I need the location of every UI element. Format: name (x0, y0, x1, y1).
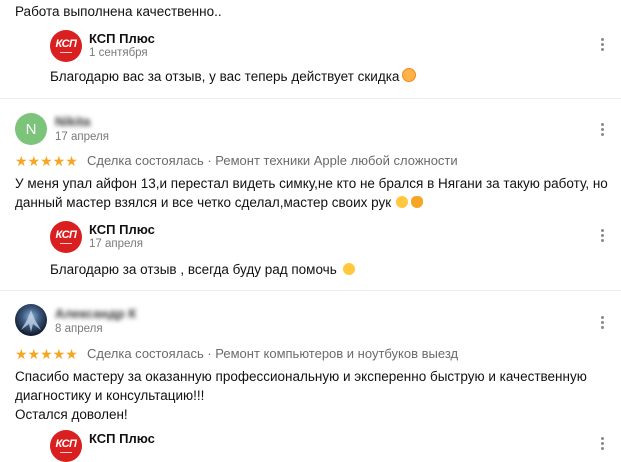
rating-stars: ★★★★★ (15, 346, 78, 362)
review-text-line: Спасибо мастеру за оказанную профессиона… (15, 369, 587, 384)
company-logo: КСП ▬▬▬▬ (50, 430, 82, 462)
avatar[interactable] (15, 304, 47, 336)
review-text-line: У меня упал айфон 13,и перестал видеть с… (15, 176, 608, 191)
review-text: Работа выполнена качественно.. (15, 4, 222, 19)
review-text-line: диагностику и консультацию!!! (15, 388, 205, 403)
review-text-line: Остался доволен! (15, 407, 128, 422)
rating-stars: ★★★★★ (15, 153, 78, 169)
more-options-icon[interactable] (601, 316, 605, 329)
emoji-icon (402, 68, 417, 82)
review-date: 8 апреля (55, 323, 103, 335)
review-author-name[interactable]: Александр К (55, 306, 136, 321)
emoji-icon (411, 196, 424, 208)
more-options-icon[interactable] (601, 38, 605, 51)
reply-author-name[interactable]: КСП Плюс (89, 222, 155, 237)
review-meta: Сделка состоялась · Ремонт техники Apple… (87, 153, 458, 168)
avatar-image-icon (21, 310, 41, 332)
reply-author-name[interactable]: КСП Плюс (89, 31, 155, 46)
logo-subtext-graphic: ▬▬▬▬ (60, 240, 72, 245)
logo-subtext-graphic: ▬▬▬▬ (60, 49, 72, 54)
review-author-name[interactable]: Nikita (55, 114, 90, 129)
reply-text: Благодарю за отзыв , всегда буду рад пом… (50, 260, 355, 279)
more-options-icon[interactable] (601, 229, 605, 242)
review-date: 17 апреля (55, 131, 109, 143)
emoji-icon (396, 196, 409, 208)
reply-date: 17 апреля (89, 238, 143, 250)
reply-date: 1 сентября (89, 47, 148, 59)
review-divider (0, 98, 621, 99)
emoji-icon (342, 263, 355, 275)
review-divider (0, 290, 621, 291)
logo-subtext-graphic: ▬▬▬▬ (60, 449, 72, 454)
review-meta: Сделка состоялась · Ремонт компьютеров и… (87, 346, 459, 361)
reply-text: Благодарю вас за отзыв, у вас теперь дей… (50, 67, 417, 86)
avatar[interactable]: N (15, 113, 47, 145)
company-logo: КСП ▬▬▬▬ (50, 221, 82, 253)
more-options-icon[interactable] (601, 123, 605, 136)
review-text-line: данный мастер взялся и все четко сделал,… (15, 193, 424, 212)
company-logo: КСП ▬▬▬▬ (50, 30, 82, 62)
